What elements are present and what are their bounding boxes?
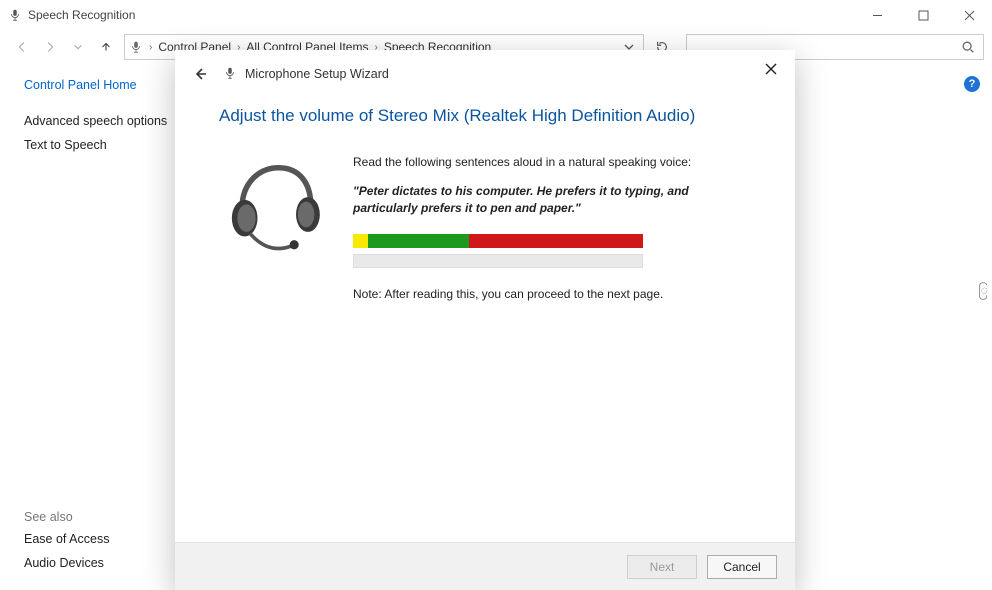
next-button[interactable]: Next	[627, 555, 697, 579]
search-icon	[961, 40, 975, 54]
see-also-audio[interactable]: Audio Devices	[24, 556, 190, 570]
minimize-button[interactable]	[854, 0, 900, 30]
cancel-button[interactable]: Cancel	[707, 555, 777, 579]
see-also-ease[interactable]: Ease of Access	[24, 532, 190, 546]
headset-image	[219, 154, 329, 303]
artifact-char: ြ	[979, 282, 988, 300]
nav-up-button[interactable]	[92, 33, 120, 61]
dialog-back-button[interactable]	[187, 61, 213, 87]
dialog-footer: Next Cancel	[175, 542, 795, 590]
note-text: Note: After reading this, you can procee…	[353, 286, 751, 303]
instruction-text: Read the following sentences aloud in a …	[353, 154, 751, 171]
volume-color-bar	[353, 234, 643, 248]
maximize-button[interactable]	[900, 0, 946, 30]
chevron-right-icon: ›	[147, 42, 154, 53]
dialog-title: Microphone Setup Wizard	[245, 67, 389, 81]
sidebar: Control Panel Home Advanced speech optio…	[0, 64, 200, 590]
speech-icon	[129, 40, 143, 54]
sample-sentence: "Peter dictates to his computer. He pref…	[353, 183, 751, 217]
close-window-button[interactable]	[946, 0, 992, 30]
window-titlebar: Speech Recognition	[0, 0, 992, 30]
nav-forward-button[interactable]	[36, 33, 64, 61]
control-panel-home-link[interactable]: Control Panel Home	[24, 78, 190, 92]
help-icon[interactable]: ?	[964, 76, 980, 92]
sidebar-link-tts[interactable]: Text to Speech	[24, 138, 190, 152]
speech-icon	[8, 8, 22, 22]
sidebar-link-advanced[interactable]: Advanced speech options	[24, 114, 190, 128]
volume-level-bar	[353, 254, 643, 268]
dialog-close-button[interactable]	[751, 54, 791, 84]
nav-back-button[interactable]	[8, 33, 36, 61]
microphone-setup-dialog: Microphone Setup Wizard Adjust the volum…	[175, 50, 795, 590]
nav-recent-button[interactable]	[64, 33, 92, 61]
see-also-heading: See also	[24, 510, 190, 524]
mic-icon	[223, 66, 237, 83]
window-title: Speech Recognition	[28, 8, 135, 22]
dialog-heading: Adjust the volume of Stereo Mix (Realtek…	[219, 106, 751, 126]
